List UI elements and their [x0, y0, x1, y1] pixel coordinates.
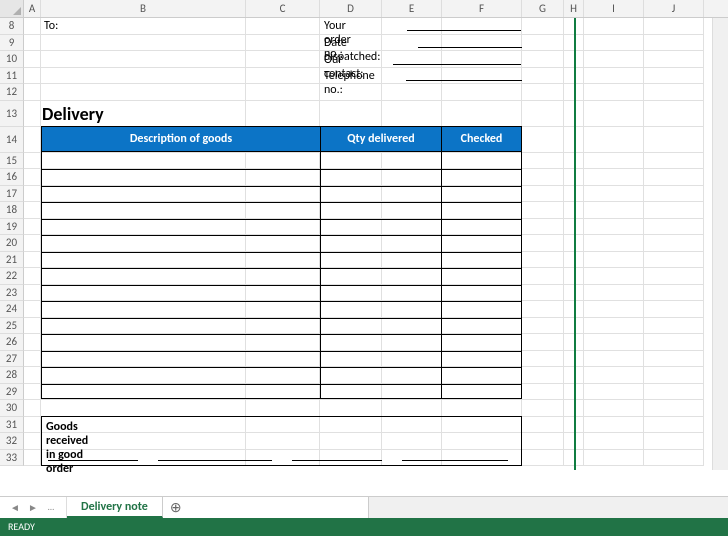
table-header-qty: Qty delivered — [320, 126, 442, 152]
table-vline-2 — [441, 151, 442, 399]
underline-order-no — [407, 30, 521, 31]
table-header-checked: Checked — [441, 126, 522, 152]
underline-date-dispatched — [418, 47, 522, 48]
sheet-tab-active[interactable]: Delivery note — [67, 497, 163, 518]
goods-received-box — [41, 416, 522, 466]
signature-line-2 — [158, 460, 272, 461]
tab-nav: ◄ ► … — [0, 497, 67, 518]
status-bar: READY — [0, 518, 728, 536]
signature-line-3 — [292, 460, 382, 461]
tab-nav-menu[interactable]: … — [44, 501, 58, 515]
tab-nav-prev[interactable]: ◄ — [8, 501, 22, 515]
signature-line-1 — [48, 460, 138, 461]
tab-nav-next[interactable]: ► — [26, 501, 40, 515]
column-headers: ABCDEFGHIJ — [0, 0, 728, 18]
table-header-description: Description of goods — [41, 126, 321, 152]
status-text: READY — [8, 520, 35, 533]
row-headers: 8910111213141516171819202122232425262728… — [0, 18, 24, 466]
add-sheet-button[interactable]: ⊕ — [163, 499, 189, 516]
table-vline-1 — [320, 151, 321, 399]
horizontal-scrollbar[interactable] — [368, 496, 728, 518]
spreadsheet-grid[interactable]: ABCDEFGHIJ 89101112131415161718192021222… — [0, 0, 728, 500]
print-boundary — [574, 18, 576, 470]
table-body — [41, 151, 522, 399]
underline-contact — [393, 64, 521, 65]
signature-line-4 — [402, 460, 508, 461]
vertical-scrollbar[interactable] — [712, 18, 728, 470]
select-all-corner[interactable] — [0, 0, 24, 18]
underline-telephone — [406, 80, 522, 81]
goods-received-label: Goods received in good order — [46, 420, 88, 476]
label-to: To: — [44, 19, 58, 33]
label-telephone: Telephone no.: — [324, 69, 375, 97]
